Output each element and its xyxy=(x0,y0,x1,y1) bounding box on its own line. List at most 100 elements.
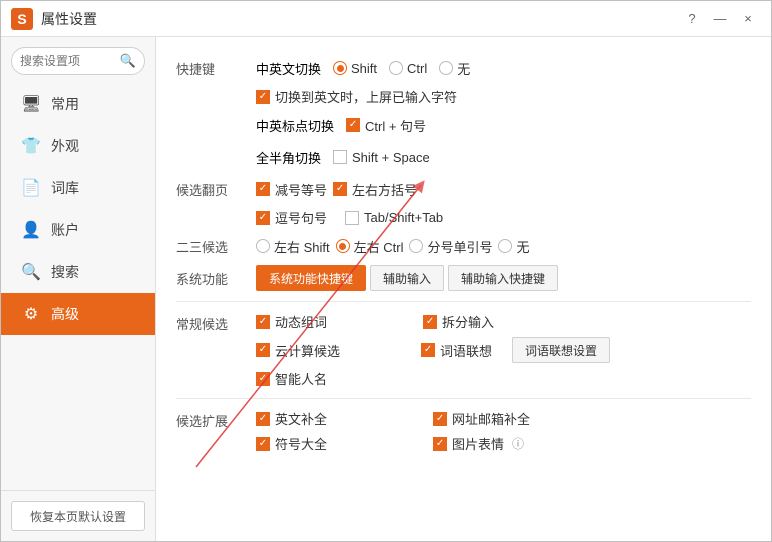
emoji-checkbox[interactable]: 图片表情 ⓘ xyxy=(433,434,524,453)
cn-note-text: 切换到英文时，上屏已输入字符 xyxy=(275,87,457,106)
minus-equal-checkbox[interactable]: 减号等号 xyxy=(256,180,327,199)
sidebar-item-advanced[interactable]: ⚙ 高级 xyxy=(1,293,155,335)
dictionary-label: 词库 xyxy=(51,178,79,198)
appearance-icon: 👕 xyxy=(21,136,41,156)
advanced-label: 高级 xyxy=(51,304,79,324)
cn-switch-note-row: 切换到英文时，上屏已输入字符 xyxy=(176,87,751,106)
radio-semicolon-circle xyxy=(409,239,423,253)
en-complete-checkbox[interactable]: 英文补全 xyxy=(256,409,327,428)
app-logo: S xyxy=(11,8,33,30)
search-nav-icon: 🔍 xyxy=(21,262,41,282)
radio-none2-circle xyxy=(498,239,512,253)
punct-value: Ctrl + 句号 xyxy=(365,116,426,135)
window-controls: ? — × xyxy=(679,8,761,30)
dynamic-word-label: 动态组词 xyxy=(275,312,327,331)
help-button[interactable]: ? xyxy=(679,8,705,30)
word-assoc-label: 词语联想 xyxy=(440,341,492,360)
account-label: 账户 xyxy=(51,220,79,240)
sidebar-item-account[interactable]: 👤 账户 xyxy=(1,209,155,251)
emoji-label: 图片表情 xyxy=(452,434,504,453)
radio-semicolon[interactable]: 分号单引号 xyxy=(409,237,492,256)
comma-period-checkbox[interactable]: 逗号句号 xyxy=(256,208,327,227)
punct-checkbox[interactable]: Ctrl + 句号 xyxy=(346,116,426,135)
system-func-tabs: 系统功能快捷键 辅助输入 辅助输入快捷键 xyxy=(256,265,558,291)
minus-equal-label: 减号等号 xyxy=(275,180,327,199)
radio-shift-circle xyxy=(333,61,347,75)
search-input[interactable] xyxy=(20,54,120,68)
sidebar-item-dictionary[interactable]: 📄 词库 xyxy=(1,167,155,209)
close-button[interactable]: × xyxy=(735,8,761,30)
main-panel: 快捷键 中英文切换 Shift Ctrl xyxy=(156,37,771,541)
emoji-info-icon: ⓘ xyxy=(512,435,524,452)
bracket-checkbox[interactable]: 左右方括号 xyxy=(333,180,417,199)
fullhalf-check-box xyxy=(333,150,347,164)
sidebar-item-general[interactable]: 🖥 常用 xyxy=(1,83,155,125)
advanced-icon: ⚙ xyxy=(21,304,41,324)
radio-lr-shift-circle xyxy=(256,239,270,253)
punct-switch-label: 中英标点切换 xyxy=(256,116,334,135)
smart-name-checkbox[interactable]: 智能人名 xyxy=(256,369,327,388)
radio-lr-shift[interactable]: 左右 Shift xyxy=(256,237,330,256)
restore-defaults-button[interactable]: 恢复本页默认设置 xyxy=(11,501,145,531)
dictionary-icon: 📄 xyxy=(21,178,41,198)
logo-text: S xyxy=(17,11,26,27)
radio-semicolon-label: 分号单引号 xyxy=(427,237,492,256)
ce-row1: 英文补全 网址邮箱补全 xyxy=(256,409,530,428)
fullhalf-checkbox[interactable]: Shift + Space xyxy=(333,150,430,165)
bracket-box xyxy=(333,182,347,196)
search-box[interactable]: 🔍 xyxy=(11,47,145,75)
radio-none[interactable]: 无 xyxy=(439,59,470,78)
fullhalf-value: Shift + Space xyxy=(352,150,430,165)
radio-none-circle xyxy=(439,61,453,75)
cloud-compute-checkbox[interactable]: 云计算候选 xyxy=(256,341,340,360)
emoji-box xyxy=(433,437,447,451)
word-assoc-checkbox[interactable]: 词语联想 xyxy=(421,341,492,360)
radio-ctrl[interactable]: Ctrl xyxy=(389,61,427,76)
fullhalf-content: 全半角切换 Shift + Space xyxy=(256,148,430,167)
system-func-row: 系统功能 系统功能快捷键 辅助输入 辅助输入快捷键 xyxy=(176,265,751,291)
punct-content: 中英标点切换 Ctrl + 句号 xyxy=(256,116,426,135)
cloud-compute-label: 云计算候选 xyxy=(275,341,340,360)
radio-lr-ctrl-label: 左右 Ctrl xyxy=(354,237,404,256)
split-input-checkbox[interactable]: 拆分输入 xyxy=(423,312,494,331)
url-email-box xyxy=(433,412,447,426)
radio-none-label: 无 xyxy=(457,59,470,78)
candidate-page-row: 候选翻页 减号等号 左右方括号 xyxy=(176,176,751,202)
radio-ctrl-label: Ctrl xyxy=(407,61,427,76)
sidebar-item-search[interactable]: 🔍 搜索 xyxy=(1,251,155,293)
sidebar: 🔍 🖥 常用 👕 外观 📄 词库 👤 账户 🔍 搜索 xyxy=(1,37,156,541)
en-complete-label: 英文补全 xyxy=(275,409,327,428)
symbol-all-checkbox[interactable]: 符号大全 xyxy=(256,434,327,453)
nc-row1: 动态组词 拆分输入 xyxy=(256,312,610,331)
tab-assist-shortcut[interactable]: 辅助输入快捷键 xyxy=(448,265,558,291)
radio-shift-label: Shift xyxy=(351,61,377,76)
candidate-expand-label: 候选扩展 xyxy=(176,409,256,430)
sidebar-item-appearance[interactable]: 👕 外观 xyxy=(1,125,155,167)
cn-note-checkbox[interactable]: 切换到英文时，上屏已输入字符 xyxy=(256,87,457,106)
shortcut-label: 快捷键 xyxy=(176,59,256,78)
radio-lr-ctrl[interactable]: 左右 Ctrl xyxy=(336,237,404,256)
en-complete-box xyxy=(256,412,270,426)
cn-note-check-box xyxy=(256,90,270,104)
minimize-button[interactable]: — xyxy=(707,8,733,30)
candidate-expand-row: 候选扩展 英文补全 网址邮箱补全 xyxy=(176,409,751,453)
word-assoc-box xyxy=(421,343,435,357)
radio-none2[interactable]: 无 xyxy=(498,237,529,256)
cn-switch-content: 中英文切换 Shift Ctrl 无 xyxy=(256,59,470,78)
tab-system-func[interactable]: 系统功能快捷键 xyxy=(256,265,366,291)
search-label: 搜索 xyxy=(51,262,79,282)
dynamic-word-checkbox[interactable]: 动态组词 xyxy=(256,312,327,331)
url-email-checkbox[interactable]: 网址邮箱补全 xyxy=(433,409,530,428)
tab-assist-input[interactable]: 辅助输入 xyxy=(370,265,444,291)
ce-row2: 符号大全 图片表情 ⓘ xyxy=(256,434,530,453)
normal-candidate-content: 动态组词 拆分输入 云计算候选 xyxy=(256,312,610,388)
radio-shift[interactable]: Shift xyxy=(333,61,377,76)
fullhalf-label: 全半角切换 xyxy=(256,148,321,167)
two-three-content: 左右 Shift 左右 Ctrl 分号单引号 无 xyxy=(256,237,530,256)
radio-ctrl-circle xyxy=(389,61,403,75)
appearance-label: 外观 xyxy=(51,136,79,156)
split-input-label: 拆分输入 xyxy=(442,312,494,331)
candidate-expand-content: 英文补全 网址邮箱补全 符号大全 xyxy=(256,409,530,453)
word-assoc-settings-btn[interactable]: 词语联想设置 xyxy=(512,337,610,363)
tab-shift-checkbox[interactable]: Tab/Shift+Tab xyxy=(345,210,443,225)
